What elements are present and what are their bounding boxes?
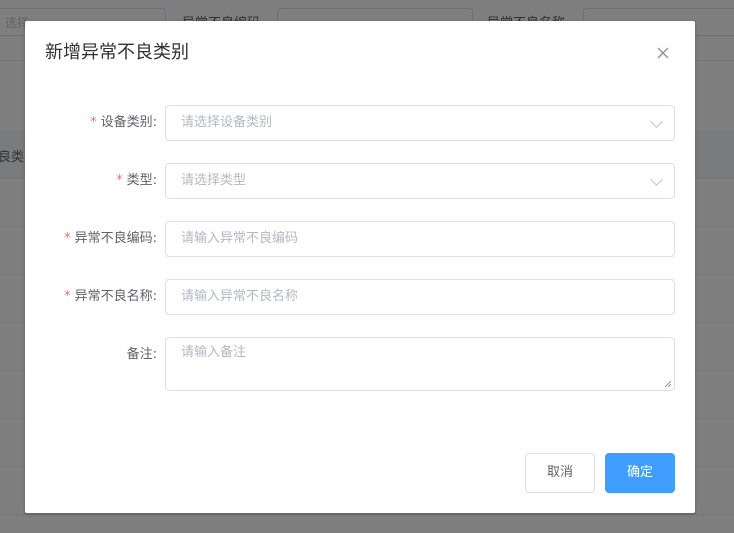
close-icon: [657, 47, 669, 59]
device-category-placeholder: 请选择设备类别: [181, 115, 273, 130]
form-label: * 异常不良名称:: [45, 279, 157, 315]
form-item-device-category: * 设备类别: 请选择设备类别: [45, 105, 675, 141]
remark-placeholder: 请输入备注: [181, 345, 247, 360]
remark-textarea[interactable]: 请输入备注: [165, 337, 675, 391]
defect-code-placeholder: 请输入异常不良编码: [181, 231, 299, 246]
dialog-title: 新增异常不良类别: [45, 42, 189, 63]
dialog-header: 新增异常不良类别: [45, 41, 675, 65]
defect-code-input[interactable]: 请输入异常不良编码: [165, 221, 675, 257]
device-category-label: 设备类别:: [100, 115, 157, 130]
close-button[interactable]: [651, 41, 675, 65]
device-category-select[interactable]: 请选择设备类别: [165, 105, 675, 141]
resize-handle-icon[interactable]: [664, 380, 672, 388]
required-mark: *: [116, 173, 123, 188]
type-select[interactable]: 请选择类型: [165, 163, 675, 199]
defect-name-placeholder: 请输入异常不良名称: [181, 289, 299, 304]
confirm-button[interactable]: 确定: [605, 453, 675, 493]
form-item-type: * 类型: 请选择类型: [45, 163, 675, 199]
form-item-defect-name: * 异常不良名称: 请输入异常不良名称: [45, 279, 675, 315]
form-item-remark: 备注: 请输入备注: [45, 337, 675, 391]
cancel-button[interactable]: 取消: [525, 453, 595, 493]
chevron-down-icon: [650, 115, 663, 128]
form-item-defect-code: * 异常不良编码: 请输入异常不良编码: [45, 221, 675, 257]
form-label: 备注:: [45, 337, 157, 373]
form-label: * 类型:: [45, 163, 157, 199]
add-category-dialog: 新增异常不良类别 * 设备类别: 请选择设备类别 * 类型: 请选择类型 * 异…: [25, 21, 695, 513]
chevron-down-icon: [650, 173, 663, 186]
required-mark: *: [90, 115, 97, 130]
defect-name-input[interactable]: 请输入异常不良名称: [165, 279, 675, 315]
required-mark: *: [64, 231, 71, 246]
remark-label: 备注:: [126, 347, 157, 362]
form-label: * 异常不良编码:: [45, 221, 157, 257]
defect-name-label: 异常不良名称:: [74, 289, 157, 304]
type-label: 类型:: [126, 173, 157, 188]
defect-code-label: 异常不良编码:: [74, 231, 157, 246]
page: 选择 异常不良编码 异常不良名称 良类 新增异常不良类别: [0, 0, 734, 533]
type-placeholder: 请选择类型: [181, 173, 247, 188]
required-mark: *: [64, 289, 71, 304]
form-label: * 设备类别:: [45, 105, 157, 141]
